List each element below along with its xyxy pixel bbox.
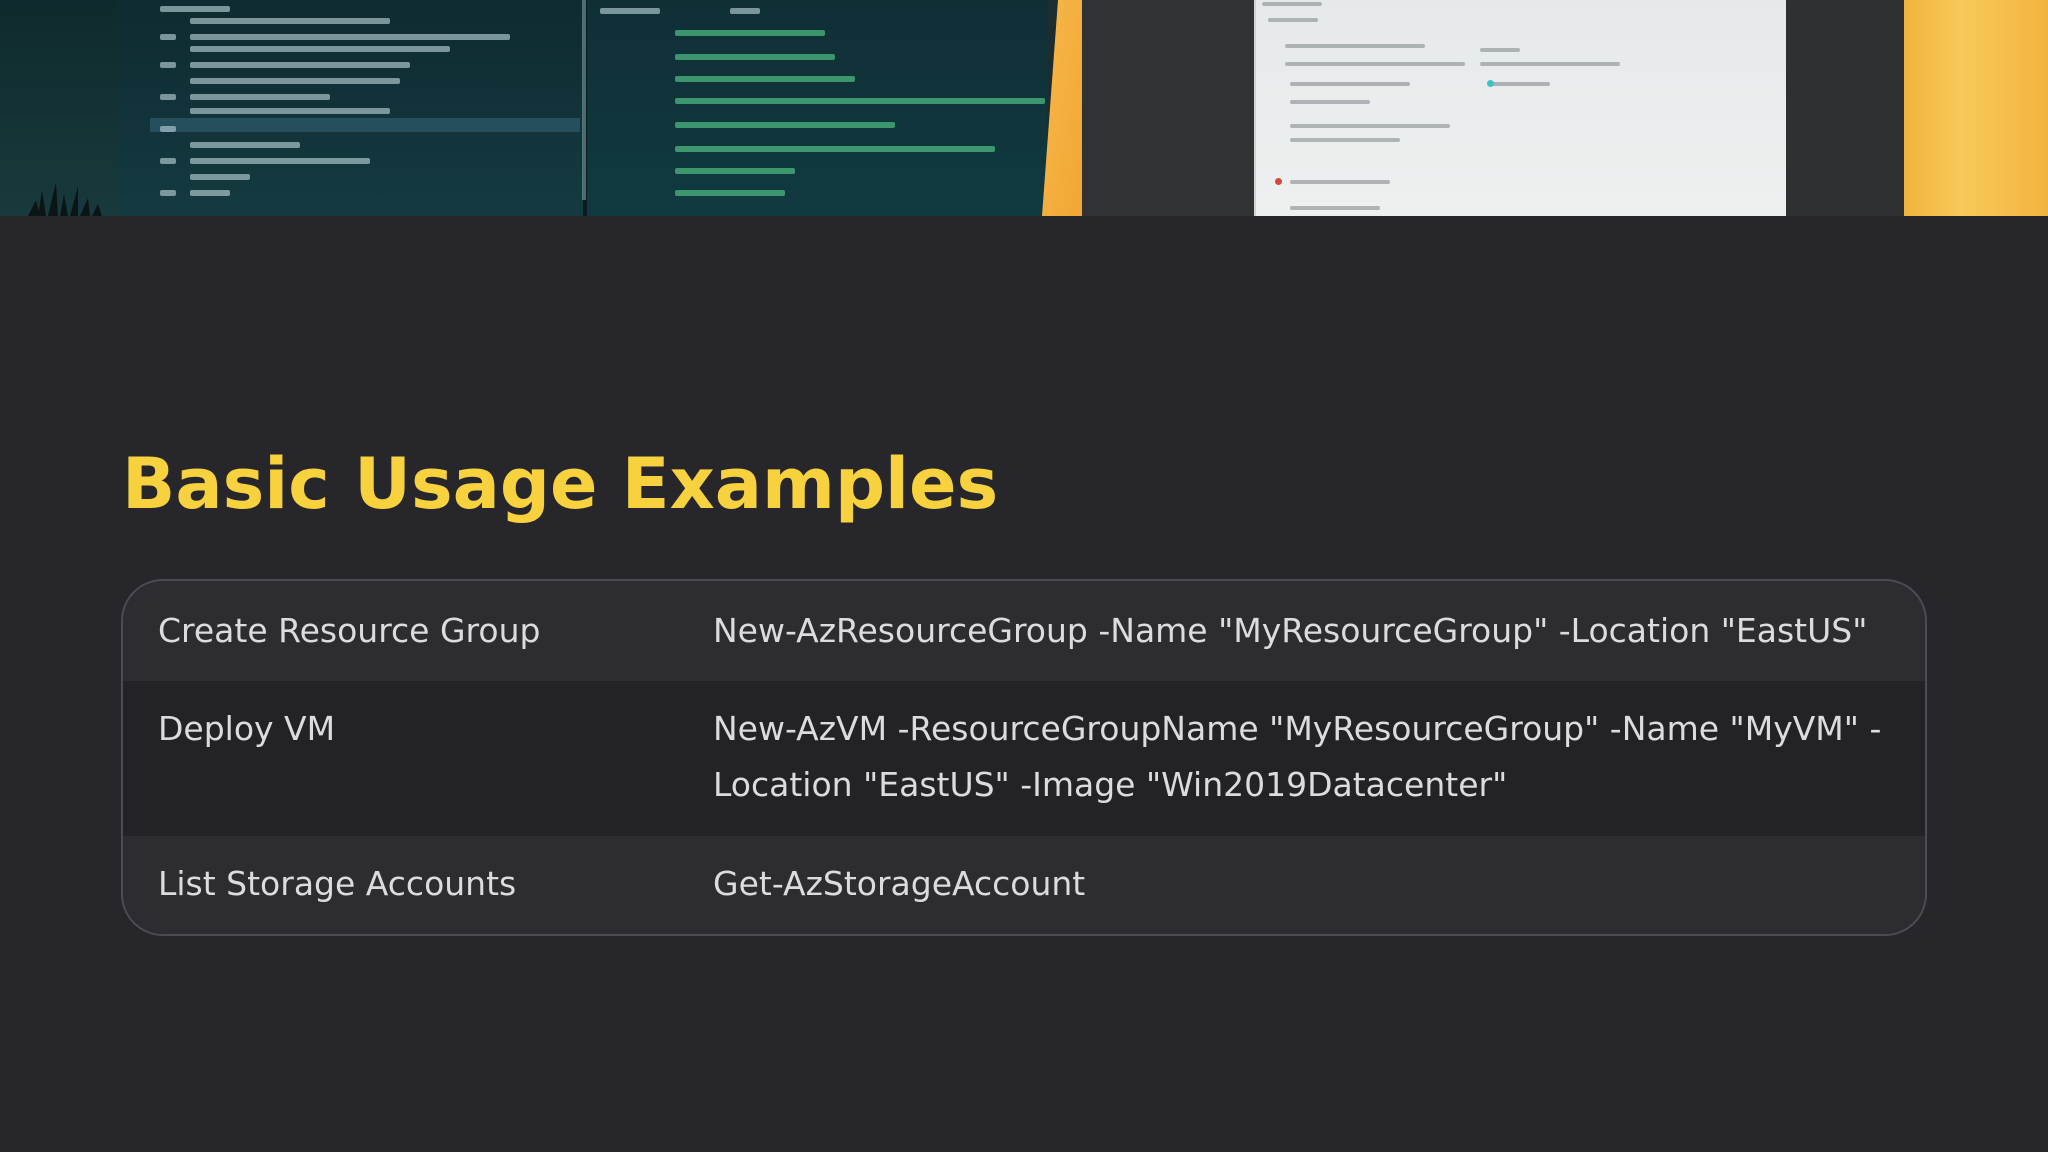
banner-yellow-accent	[1042, 0, 1082, 216]
action-cell: Create Resource Group	[158, 611, 541, 650]
code-selection-highlight	[150, 118, 580, 132]
examples-table: Create Resource Group New-AzResourceGrou…	[121, 579, 1927, 936]
command-cell-line-1: New-AzVM -ResourceGroupName "MyResourceG…	[713, 709, 1882, 748]
command-cell-line-2: Location "EastUS" -Image "Win2019Datacen…	[713, 765, 1508, 804]
banner-dark-gap-right	[1786, 0, 1904, 216]
status-dot-icon	[1275, 178, 1282, 185]
table-row: Create Resource Group New-AzResourceGrou…	[123, 581, 1925, 681]
banner-yellow-wall	[1904, 0, 2048, 216]
banner-dark-gap	[1082, 0, 1254, 216]
page-title: Basic Usage Examples	[122, 443, 999, 525]
command-cell: New-AzResourceGroup -Name "MyResourceGro…	[713, 611, 1868, 650]
plant-silhouette-icon	[28, 182, 102, 216]
action-cell: List Storage Accounts	[158, 864, 517, 903]
table-row: Deploy VM New-AzVM -ResourceGroupName "M…	[123, 681, 1925, 836]
code-scrollbar	[582, 0, 586, 200]
header-banner-image	[0, 0, 2048, 216]
status-dot-icon	[1487, 80, 1494, 87]
table-row: List Storage Accounts Get-AzStorageAccou…	[123, 836, 1925, 934]
action-cell: Deploy VM	[158, 709, 336, 748]
command-cell: Get-AzStorageAccount	[713, 864, 1086, 903]
